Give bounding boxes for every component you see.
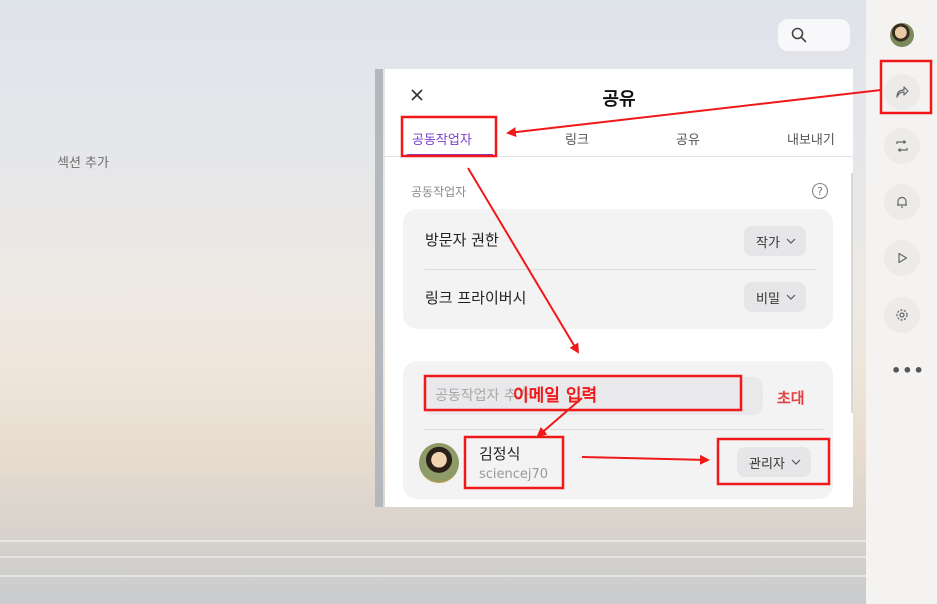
settings-icon: [896, 309, 908, 321]
annotation-label: 이메일 입력: [513, 386, 598, 406]
search-icon: [791, 27, 807, 43]
section-label: 공동작업자: [411, 185, 467, 199]
chevron-down-icon: [786, 294, 796, 300]
collaborators-card: 초대 김정식 sciencej70 관리자: [403, 361, 833, 499]
link-privacy-dropdown[interactable]: 비밀: [744, 282, 806, 312]
more-icon[interactable]: •••: [891, 361, 925, 380]
tab-collaborators[interactable]: 공동작업자: [412, 129, 472, 148]
settings-button[interactable]: [884, 297, 920, 333]
invite-button[interactable]: 초대: [777, 387, 805, 408]
visitor-permission-dropdown[interactable]: 작가: [744, 226, 806, 256]
share-icon: [896, 86, 909, 98]
sea-band: [0, 556, 866, 558]
tab-bar: 공동작업자 링크 공유 내보내기: [385, 121, 853, 157]
panel-edge: [375, 69, 383, 507]
active-tab-indicator: [407, 154, 493, 156]
avatar[interactable]: [890, 23, 914, 47]
play-button[interactable]: [884, 240, 920, 276]
tab-link[interactable]: 링크: [565, 129, 589, 148]
tab-export[interactable]: 내보내기: [787, 129, 835, 148]
share-button[interactable]: [884, 74, 920, 110]
panel-title: 공유: [602, 89, 636, 110]
role-dropdown[interactable]: 관리자: [737, 447, 811, 477]
bell-icon: [897, 196, 907, 208]
chevron-down-icon: [786, 238, 796, 244]
sea-band: [0, 540, 866, 542]
close-icon[interactable]: [410, 88, 424, 102]
repost-button[interactable]: [884, 128, 920, 164]
divider: [425, 269, 817, 270]
dropdown-value: 비밀: [756, 291, 780, 307]
play-icon: [898, 252, 908, 264]
share-panel: 공유 공동작업자 링크 공유 내보내기 공동작업자 ? 방문자 권한 작가 링크…: [385, 69, 853, 507]
settings-card: 방문자 권한 작가 링크 프라이버시 비밀: [403, 209, 833, 329]
help-icon[interactable]: ?: [811, 182, 829, 200]
repost-icon: [896, 140, 908, 152]
avatar: [419, 443, 459, 483]
divider: [423, 429, 823, 430]
collaborator-name: 김정식: [479, 445, 521, 463]
dropdown-value: 작가: [756, 235, 780, 251]
scrollbar[interactable]: [851, 173, 853, 413]
svg-text:?: ?: [817, 185, 823, 198]
dropdown-value: 관리자: [749, 456, 785, 472]
search-button[interactable]: [778, 19, 850, 51]
tab-share[interactable]: 공유: [676, 129, 700, 148]
add-section-link[interactable]: 섹션 추가: [57, 152, 109, 171]
visitor-permission-label: 방문자 권한: [425, 231, 499, 249]
sea-band: [0, 575, 866, 577]
link-privacy-label: 링크 프라이버시: [425, 289, 527, 307]
collaborator-username: sciencej70: [479, 467, 549, 482]
chevron-down-icon: [791, 459, 801, 465]
notifications-button[interactable]: [884, 184, 920, 220]
